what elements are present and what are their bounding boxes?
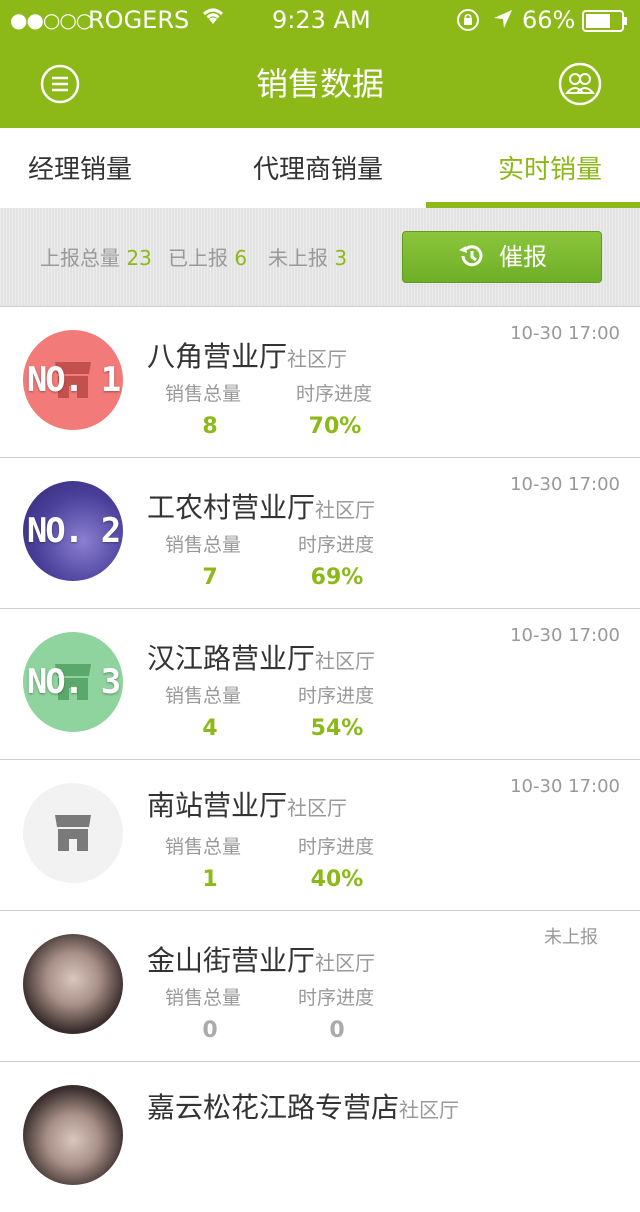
store-name: 嘉云松花江路专营店社区厅 bbox=[147, 1088, 459, 1130]
store-name: 汉江路营业厅社区厅 bbox=[147, 639, 375, 681]
progress-label: 时序进度 bbox=[298, 987, 375, 1009]
signal-strength: ●●○○○ bbox=[10, 8, 93, 32]
total-reports-value: 23 bbox=[126, 246, 152, 270]
rank-avatar: NO. 2 bbox=[23, 481, 123, 581]
sales-total-value: 4 bbox=[202, 716, 218, 741]
contacts-icon bbox=[558, 62, 602, 106]
remind-button[interactable]: 催报 bbox=[402, 231, 602, 283]
list-item[interactable]: 金山街营业厅社区厅 未上报 销售总量 时序进度 0 0 bbox=[0, 911, 640, 1062]
store-icon bbox=[55, 815, 91, 851]
store-name-text: 八角营业厅 bbox=[147, 340, 288, 373]
list-item[interactable]: 嘉云松花江路专营店社区厅 bbox=[0, 1062, 640, 1212]
tab-manager-sales[interactable]: 经理销量 bbox=[0, 128, 160, 208]
unreported-label: 未上报 bbox=[268, 246, 328, 270]
report-time: 10-30 17:00 bbox=[510, 474, 620, 495]
carrier-name: ROGERS bbox=[88, 6, 190, 34]
store-name: 工农村营业厅社区厅 bbox=[147, 488, 375, 530]
report-time: 10-30 17:00 bbox=[510, 323, 620, 344]
sales-total-value: 1 bbox=[202, 867, 218, 892]
store-type: 社区厅 bbox=[287, 796, 348, 820]
store-type: 社区厅 bbox=[315, 498, 376, 522]
report-time: 10-30 17:00 bbox=[510, 625, 620, 646]
rank-label: NO. 3 bbox=[26, 662, 121, 702]
report-time: 10-30 17:00 bbox=[510, 776, 620, 797]
progress-value: 69% bbox=[310, 565, 364, 590]
reported-label: 已上报 bbox=[168, 246, 228, 270]
location-icon bbox=[492, 8, 514, 36]
navigation-bar: 销售数据 bbox=[0, 40, 640, 128]
store-name-text: 工农村营业厅 bbox=[147, 491, 316, 524]
rotation-lock-icon bbox=[456, 8, 480, 38]
sales-total-value: 0 bbox=[202, 1018, 218, 1043]
list-item[interactable]: NO. 3 汉江路营业厅社区厅 10-30 17:00 销售总量 时序进度 4 … bbox=[0, 609, 640, 760]
store-name-text: 汉江路营业厅 bbox=[147, 642, 316, 675]
progress-value: 70% bbox=[308, 414, 362, 439]
progress-value: 40% bbox=[310, 867, 364, 892]
store-name-text: 嘉云松花江路专营店 bbox=[147, 1091, 400, 1124]
tab-agent-sales[interactable]: 代理商销量 bbox=[218, 128, 418, 208]
store-type: 社区厅 bbox=[399, 1098, 460, 1122]
list-item[interactable]: NO. 2 工农村营业厅社区厅 10-30 17:00 销售总量 时序进度 7 … bbox=[0, 458, 640, 609]
history-icon bbox=[459, 245, 483, 267]
store-name: 南站营业厅社区厅 bbox=[147, 786, 347, 828]
progress-value: 54% bbox=[310, 716, 364, 741]
store-name: 金山街营业厅社区厅 bbox=[147, 941, 375, 983]
contacts-button[interactable] bbox=[558, 62, 602, 106]
sales-total-value: 7 bbox=[202, 565, 218, 590]
progress-label: 时序进度 bbox=[298, 685, 375, 707]
rank-label: NO. 1 bbox=[26, 360, 121, 400]
sales-total-label: 销售总量 bbox=[165, 534, 242, 556]
unreported-count: 未上报 3 bbox=[268, 244, 347, 272]
clock: 9:23 AM bbox=[272, 6, 371, 34]
store-type: 社区厅 bbox=[315, 951, 376, 975]
wifi-icon bbox=[200, 4, 226, 32]
sales-total-value: 8 bbox=[202, 414, 218, 439]
tab-bar: 经理销量 代理商销量 实时销量 bbox=[0, 128, 640, 208]
progress-label: 时序进度 bbox=[298, 534, 375, 556]
sales-total-label: 销售总量 bbox=[165, 383, 242, 405]
sales-total-label: 销售总量 bbox=[165, 836, 242, 858]
rank-avatar: NO. 1 bbox=[23, 330, 123, 430]
store-list: NO. 1 八角营业厅社区厅 10-30 17:00 销售总量 时序进度 8 7… bbox=[0, 307, 640, 1212]
report-summary: 上报总量 23 已上报 6 未上报 3 催报 bbox=[0, 208, 640, 307]
sales-total-label: 销售总量 bbox=[165, 987, 242, 1009]
battery-percent: 66% bbox=[522, 6, 576, 34]
remind-label: 催报 bbox=[499, 243, 547, 271]
reported-value: 6 bbox=[234, 246, 248, 270]
list-item[interactable]: NO. 1 八角营业厅社区厅 10-30 17:00 销售总量 时序进度 8 7… bbox=[0, 307, 640, 458]
battery-icon bbox=[582, 10, 628, 38]
reported-count: 已上报 6 bbox=[168, 244, 247, 272]
store-type: 社区厅 bbox=[287, 347, 348, 371]
total-reports-label: 上报总量 bbox=[40, 246, 120, 270]
status-bar: ●●○○○ ROGERS 9:23 AM 66% bbox=[0, 0, 640, 40]
page-title: 销售数据 bbox=[255, 65, 384, 103]
user-avatar bbox=[23, 1085, 123, 1185]
unreported-value: 3 bbox=[334, 246, 348, 270]
store-avatar bbox=[23, 783, 123, 883]
progress-label: 时序进度 bbox=[296, 383, 373, 405]
report-status: 未上报 bbox=[544, 927, 598, 948]
rank-label: NO. 2 bbox=[26, 511, 121, 551]
progress-label: 时序进度 bbox=[298, 836, 375, 858]
store-name-text: 南站营业厅 bbox=[147, 789, 288, 822]
total-reports: 上报总量 23 bbox=[40, 244, 152, 272]
sales-total-label: 销售总量 bbox=[165, 685, 242, 707]
store-name-text: 金山街营业厅 bbox=[147, 944, 316, 977]
progress-value: 0 bbox=[329, 1018, 345, 1043]
store-type: 社区厅 bbox=[315, 649, 376, 673]
list-item[interactable]: 南站营业厅社区厅 10-30 17:00 销售总量 时序进度 1 40% bbox=[0, 760, 640, 911]
store-name: 八角营业厅社区厅 bbox=[147, 337, 347, 379]
rank-avatar: NO. 3 bbox=[23, 632, 123, 732]
user-avatar bbox=[23, 934, 123, 1034]
tab-realtime-sales[interactable]: 实时销量 bbox=[450, 128, 640, 208]
